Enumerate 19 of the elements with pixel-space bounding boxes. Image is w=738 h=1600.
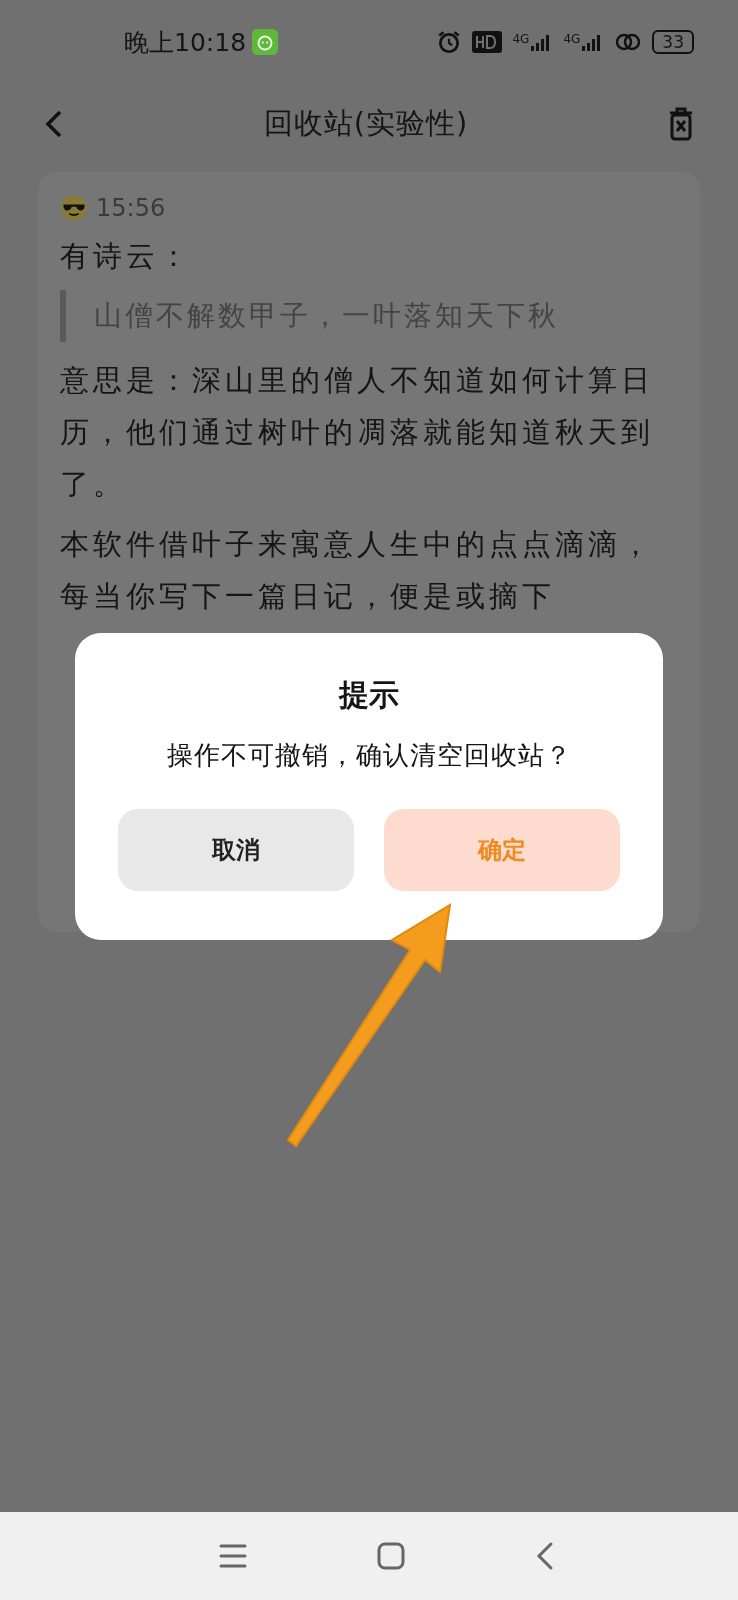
battery-level: 33 xyxy=(652,30,694,54)
robot-icon xyxy=(252,29,279,55)
dialog-message: 操作不可撤销，确认清空回收站？ xyxy=(166,739,572,772)
menu-icon[interactable] xyxy=(218,1543,247,1569)
link-icon xyxy=(614,31,643,53)
sunglasses-face-icon xyxy=(60,194,88,222)
entry-text: 有诗云： xyxy=(60,238,193,275)
status-time: 晚上10:18 xyxy=(124,26,247,59)
entry-paragraph: 本软件借叶子来寓意人生中的点点滴滴，每当你写下一篇日记，便是或摘下 xyxy=(60,526,655,615)
network-label: 4G xyxy=(563,32,581,46)
hd-icon xyxy=(472,31,503,53)
home-icon[interactable] xyxy=(376,1542,405,1570)
back-icon[interactable] xyxy=(534,1541,555,1571)
cancel-button[interactable]: 取消 xyxy=(118,809,354,891)
page-title: 回收站(实验性) xyxy=(263,105,469,142)
entry-paragraph: 意思是：深山里的僧人不知道如何计算日历，他们通过树叶的凋落就能知道秋天到了。 xyxy=(60,362,655,503)
network-label: 4G xyxy=(512,32,530,46)
dialog-title: 提示 xyxy=(339,676,399,714)
entry-time: 15:56 xyxy=(96,194,166,222)
